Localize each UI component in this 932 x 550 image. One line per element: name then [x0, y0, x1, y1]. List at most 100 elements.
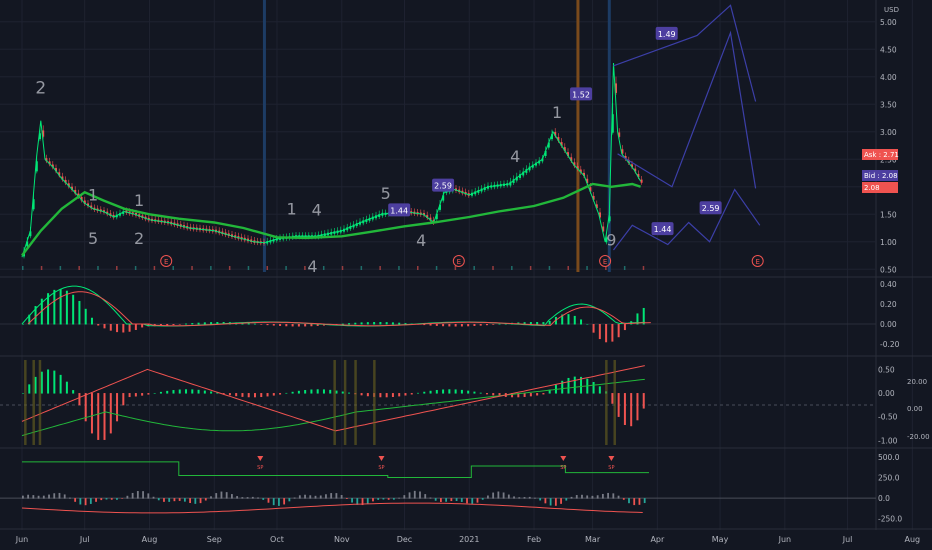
- vol-bar: [523, 497, 526, 499]
- vol-bar: [210, 496, 212, 499]
- macd-bar: [260, 324, 263, 325]
- macd-bar: [598, 324, 601, 340]
- candle-body: [640, 179, 643, 183]
- osc-bar: [90, 393, 93, 434]
- vertical-marker-line: [262, 0, 266, 272]
- vol-bar: [560, 498, 562, 504]
- vol-bar: [633, 498, 636, 506]
- price-tick-label: 3.50: [880, 100, 897, 109]
- macd-tick-label: 0.20: [880, 300, 897, 309]
- vol-bar: [168, 498, 171, 502]
- vol-bar: [544, 498, 547, 504]
- month-label: Jul: [842, 535, 853, 544]
- vol-bar: [429, 497, 432, 499]
- macd-bar: [592, 324, 595, 333]
- osc-bar: [642, 393, 645, 409]
- vol-bar: [173, 498, 176, 502]
- vol-bar: [335, 493, 338, 499]
- osc-bar: [178, 389, 181, 394]
- vol-bar: [22, 495, 24, 499]
- vol-bar: [528, 496, 531, 499]
- osc-bar: [272, 393, 275, 396]
- osc-bar: [398, 393, 401, 397]
- macd-bar: [84, 308, 87, 325]
- sequence-count-label: 2: [35, 78, 46, 98]
- osc-bar: [59, 374, 62, 394]
- vol-bar: [408, 492, 411, 499]
- osc-bar: [65, 381, 68, 394]
- vol-bar: [58, 492, 61, 499]
- macd-bar: [97, 324, 100, 326]
- vol-bar: [565, 498, 568, 501]
- month-label: Dec: [397, 535, 412, 544]
- vol-bar: [549, 498, 552, 506]
- macd-bar: [285, 324, 288, 327]
- osc-bar: [22, 393, 24, 394]
- vol-bar: [142, 491, 144, 499]
- osc-bar: [191, 389, 194, 394]
- osc-bar: [291, 391, 294, 394]
- osc-signal-band: [333, 360, 336, 445]
- osc-bar: [341, 391, 344, 394]
- vol-bar: [471, 498, 474, 504]
- vol-bar: [84, 498, 87, 506]
- osc-bar: [166, 390, 169, 394]
- osc-bar: [172, 390, 175, 394]
- macd-bar: [72, 294, 75, 325]
- vol-bar: [163, 498, 165, 502]
- osc-bar: [285, 392, 288, 394]
- macd-bar: [360, 322, 363, 325]
- vol-bar: [288, 498, 291, 502]
- osc-bar: [28, 384, 31, 394]
- vol-bar: [460, 498, 463, 502]
- volume-bar: [97, 266, 99, 270]
- macd-bar: [460, 324, 463, 327]
- osc-signal-band: [354, 360, 357, 445]
- macd-bar: [373, 322, 376, 325]
- value-label-text: 1.44: [390, 206, 408, 215]
- osc-left-tick-label: -0.50: [878, 413, 898, 422]
- macd-bar: [391, 322, 394, 325]
- vol-bar: [497, 491, 500, 499]
- macd-bar: [623, 324, 626, 331]
- macd-bar: [185, 323, 188, 325]
- vol-bar: [131, 492, 134, 499]
- vol-bar: [340, 495, 343, 499]
- vol-bar: [95, 498, 97, 502]
- osc-bar: [385, 393, 388, 398]
- osc-signal-band: [605, 360, 608, 445]
- vol-bar: [492, 492, 495, 499]
- price-tick-label: 4.00: [880, 73, 897, 82]
- vol-marker-text: SP: [378, 465, 384, 471]
- vol-bar: [231, 494, 233, 499]
- osc-bar: [97, 393, 100, 440]
- volume-bar: [228, 266, 231, 270]
- macd-bar: [304, 324, 307, 327]
- macd-tick-label: 0.00: [880, 320, 897, 329]
- vol-bar: [63, 494, 66, 499]
- volume-bar: [623, 266, 626, 270]
- macd-bar: [442, 324, 445, 327]
- osc-bar: [253, 393, 256, 398]
- macd-bar: [398, 322, 401, 325]
- osc-bar: [329, 389, 332, 394]
- vol-bar: [601, 493, 604, 499]
- macd-bar: [178, 324, 181, 325]
- osc-right-tick-label: 0.00: [907, 405, 923, 413]
- macd-bar: [78, 300, 81, 325]
- chart-svg[interactable]: Jun Jul Aug Sep Oct Nov Dec 2021 Feb Mar Apr May Jun…: [0, 0, 932, 550]
- vol-bar: [293, 497, 296, 499]
- macd-bar: [485, 324, 488, 326]
- value-label-text: 2.59: [434, 182, 452, 191]
- volume-bar: [417, 266, 419, 270]
- macd-bar: [479, 324, 482, 326]
- macd-bar: [385, 322, 388, 325]
- macd-bar: [586, 324, 589, 325]
- vol-bar: [638, 498, 641, 505]
- macd-bar: [467, 324, 470, 327]
- vol-bar: [126, 495, 129, 499]
- value-label-text: 1.49: [658, 30, 676, 39]
- osc-bar: [72, 390, 75, 394]
- vol-bar: [194, 498, 197, 504]
- macd-bar: [247, 323, 250, 325]
